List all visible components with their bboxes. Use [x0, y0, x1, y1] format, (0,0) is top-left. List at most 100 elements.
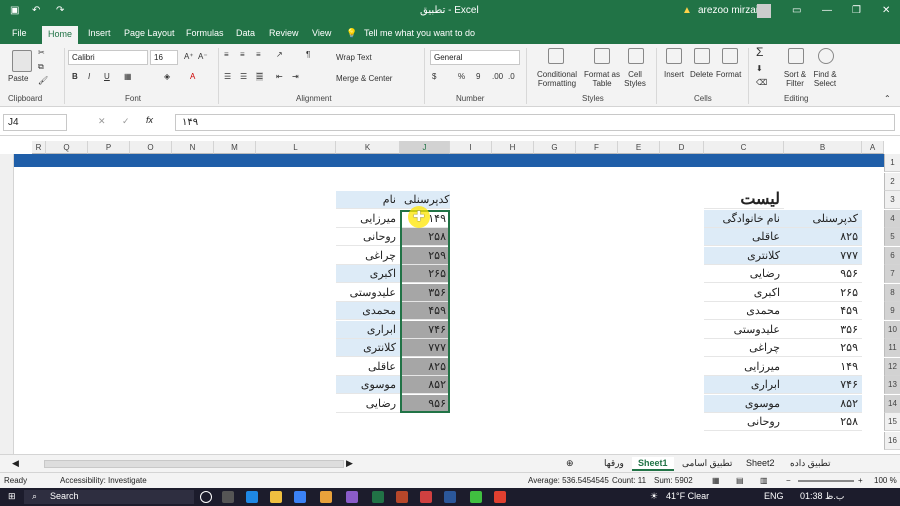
row-header[interactable]: 7 [884, 265, 900, 283]
excel-icon[interactable] [372, 491, 384, 503]
row-header[interactable]: 6 [884, 246, 900, 265]
worksheet-grid[interactable]: ABCDEFGHIJKLMNOPQR 1 2 3 4 5 6 7 8 9 10 11 12 13 14 15… [0, 141, 900, 454]
right-code-cell[interactable]: ۲۵۹ [784, 339, 862, 357]
right-header-name[interactable]: نام خانوادگی [704, 209, 784, 228]
sheet-tab-2[interactable]: تطبیق اسامی [676, 457, 738, 470]
enter-icon[interactable]: ✓ [122, 116, 130, 127]
right-name-cell[interactable]: روحانی [704, 413, 784, 431]
sort-filter-icon[interactable] [788, 48, 804, 64]
row-header[interactable]: 12 [884, 357, 900, 376]
tell-me-search[interactable]: Tell me what you want to do [364, 28, 475, 38]
number-format-select[interactable]: General [430, 50, 520, 65]
scroll-right-icon[interactable]: ▶ [340, 457, 359, 470]
edge-icon[interactable] [246, 491, 258, 503]
left-name-cell[interactable]: اکبری [336, 265, 400, 283]
insert-function-icon[interactable]: fx [146, 115, 153, 125]
left-name-cell[interactable]: عاقلی [336, 357, 400, 376]
weather-text[interactable]: 41°F Clear [666, 491, 709, 501]
tab-file[interactable]: File [12, 28, 27, 38]
right-code-cell[interactable]: ۸۲۵ [784, 228, 862, 246]
shrink-font-icon[interactable]: A⁻ [198, 52, 208, 61]
sheet-tab-4[interactable]: تطبیق داده [784, 457, 837, 470]
cut-icon[interactable]: ✂ [38, 48, 45, 57]
column-header[interactable]: A [862, 141, 884, 154]
left-code-cell[interactable]: ۸۲۵ [400, 357, 450, 376]
tab-view[interactable]: View [312, 28, 331, 38]
sheet-tab-3[interactable]: Sheet2 [740, 457, 781, 469]
right-name-cell[interactable]: میرزایی [704, 357, 784, 376]
currency-icon[interactable]: $ [432, 72, 436, 81]
left-name-cell[interactable]: موسوی [336, 376, 400, 394]
right-name-cell[interactable]: ابراری [704, 376, 784, 394]
font-size-field[interactable]: 16 [150, 50, 178, 65]
row-header[interactable]: 4 [884, 209, 900, 228]
close-icon[interactable]: ✕ [882, 5, 890, 16]
format-cells-icon[interactable] [722, 48, 738, 64]
left-name-cell[interactable]: ابراری [336, 320, 400, 339]
avatar[interactable] [757, 4, 771, 18]
right-code-cell[interactable]: ۱۴۹ [784, 357, 862, 376]
zoom-level[interactable]: 100 % [874, 476, 897, 485]
lang-indicator[interactable]: ENG [764, 491, 784, 501]
comma-icon[interactable]: 9 [476, 72, 480, 81]
cancel-icon[interactable]: ✕ [98, 116, 106, 127]
scroll-left-icon[interactable]: ◀ [6, 457, 25, 470]
left-code-cell[interactable]: ۳۵۶ [400, 283, 450, 302]
app-icon[interactable] [346, 491, 358, 503]
percent-icon[interactable]: % [458, 72, 465, 81]
right-name-cell[interactable]: علیدوستی [704, 320, 784, 339]
column-header[interactable]: K [336, 141, 400, 154]
vertical-scrollbar[interactable] [0, 154, 14, 454]
column-header[interactable]: G [534, 141, 576, 154]
left-name-cell[interactable]: کلانتری [336, 339, 400, 357]
delete-cells-button[interactable]: Delete [690, 70, 713, 79]
left-code-cell[interactable]: ۲۵۸ [400, 228, 450, 246]
word-icon[interactable] [444, 491, 456, 503]
bold-icon[interactable]: B [72, 72, 78, 81]
conditional-formatting-button[interactable]: Conditional Formatting [532, 70, 582, 88]
left-name-cell[interactable]: میرزایی [336, 209, 400, 228]
tab-formulas[interactable]: Formulas [186, 28, 224, 38]
wrap-text-button[interactable]: Wrap Text [336, 53, 372, 62]
font-color-icon[interactable]: A [190, 72, 195, 81]
column-header[interactable]: B [784, 141, 862, 154]
right-name-cell[interactable]: رضایی [704, 265, 784, 283]
underline-icon[interactable]: U [104, 72, 110, 81]
decrease-decimal-icon[interactable]: .0 [508, 72, 515, 81]
row-header[interactable]: 5 [884, 228, 900, 246]
right-name-cell[interactable]: چراغی [704, 339, 784, 357]
clock[interactable]: 01:38 ب.ظ [800, 491, 844, 502]
folder-icon[interactable] [320, 491, 332, 503]
align-bottom-icon[interactable]: ≡ [256, 50, 261, 59]
fill-icon[interactable]: ⬇ [756, 64, 763, 73]
tab-review[interactable]: Review [269, 28, 299, 38]
clear-icon[interactable]: ⌫ [756, 78, 767, 87]
cell-styles-icon[interactable] [628, 48, 644, 64]
taskbar-search[interactable]: Search [50, 491, 79, 501]
powerpoint-icon[interactable] [396, 491, 408, 503]
right-code-cell[interactable]: ۴۵۹ [784, 302, 862, 320]
row-header[interactable]: 14 [884, 394, 900, 413]
normal-view-icon[interactable]: ▦ [712, 476, 720, 485]
find-select-button[interactable]: Find & Select [808, 70, 842, 88]
row-header[interactable]: 15 [884, 413, 900, 431]
right-name-cell[interactable]: عاقلی [704, 228, 784, 246]
increase-decimal-icon[interactable]: .00 [492, 72, 503, 81]
left-name-cell[interactable]: رضایی [336, 394, 400, 413]
left-name-cell[interactable]: روحانی [336, 228, 400, 246]
add-sheet-icon[interactable]: ⊕ [560, 457, 580, 470]
sheet-tab-0[interactable]: ورقها [598, 457, 630, 470]
accessibility-status[interactable]: Accessibility: Investigate [60, 476, 147, 485]
left-header-code[interactable]: کدپرسنلی [400, 191, 450, 209]
restore-icon[interactable]: ❐ [852, 5, 861, 16]
horizontal-scrollbar[interactable] [44, 460, 344, 468]
row-header[interactable]: 8 [884, 283, 900, 302]
tab-page-layout[interactable]: Page Layout [124, 28, 175, 38]
insert-cells-button[interactable]: Insert [664, 70, 684, 79]
fill-color-icon[interactable]: ◈ [164, 72, 170, 81]
sheet-tab-1[interactable]: Sheet1 [632, 457, 674, 471]
tab-insert[interactable]: Insert [88, 28, 111, 38]
delete-cells-icon[interactable] [694, 48, 710, 64]
font-name-field[interactable]: Calibri [68, 50, 148, 65]
left-code-cell[interactable]: ۷۴۶ [400, 320, 450, 339]
